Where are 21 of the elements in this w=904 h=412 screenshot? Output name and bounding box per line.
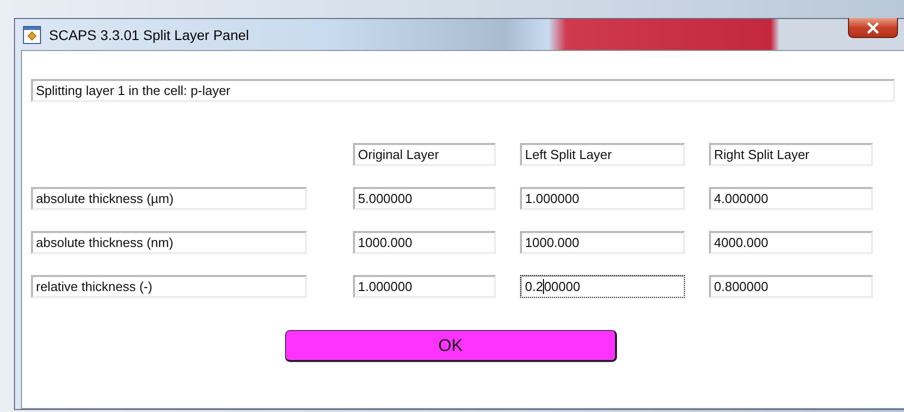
window-title: SCAPS 3.3.01 Split Layer Panel: [49, 26, 250, 42]
value-field[interactable]: 0.800000: [709, 275, 873, 298]
message-field: Splitting layer 1 in the cell: p-layer: [31, 79, 895, 102]
value-field[interactable]: 0.200000: [520, 275, 685, 298]
column-header-field: Right Split Layer: [709, 143, 873, 166]
value-field[interactable]: 1.000000: [520, 187, 685, 210]
value-field[interactable]: 4000.000: [709, 231, 873, 254]
close-button[interactable]: [848, 18, 898, 38]
ok-button[interactable]: OK: [285, 330, 617, 362]
column-header-field: Original Layer: [353, 143, 496, 166]
value-field[interactable]: 4.000000: [709, 187, 873, 210]
value-field[interactable]: 5.000000: [353, 187, 496, 210]
value-field[interactable]: 1.000000: [353, 275, 496, 298]
close-icon: [866, 22, 880, 34]
row-label-field: absolute thickness (nm): [31, 231, 307, 254]
value-field[interactable]: 1000.000: [520, 231, 685, 254]
row-label-field: absolute thickness (µm): [31, 187, 307, 210]
value-field[interactable]: 1000.000: [353, 231, 496, 254]
column-header-field: Left Split Layer: [520, 143, 685, 166]
row-label-field: relative thickness (-): [31, 275, 307, 298]
app-icon: [23, 26, 41, 44]
